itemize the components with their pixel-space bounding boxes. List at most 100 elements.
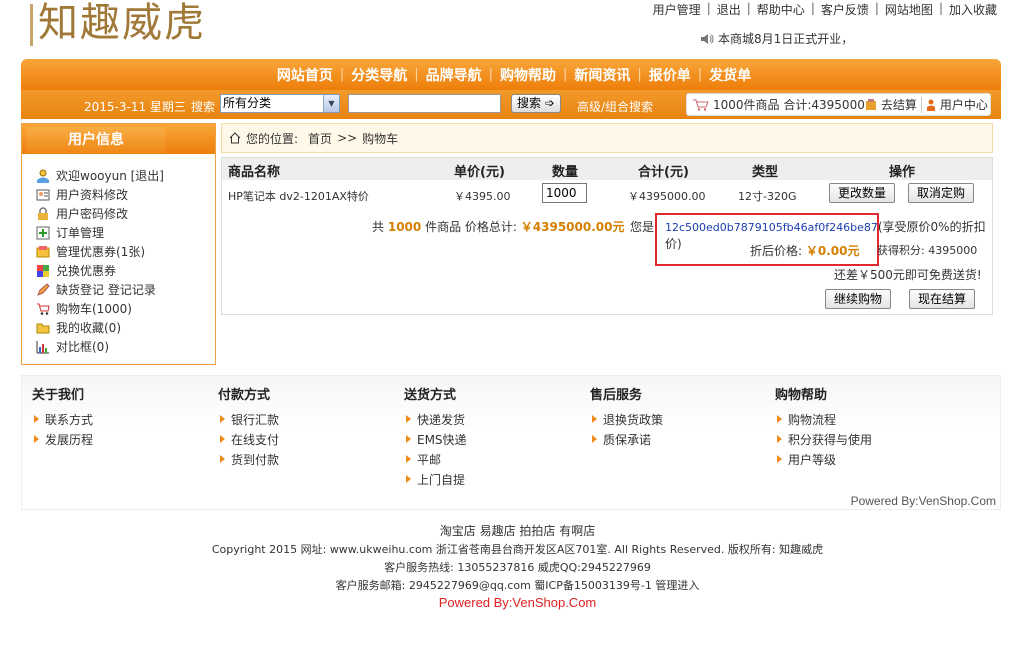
user-center-link[interactable]: 用户中心 [940,96,988,113]
arrow-right-icon: ➩ [544,96,555,110]
breadcrumb-home-link[interactable]: 首页 [308,130,332,147]
top-link-user-manage[interactable]: 用户管理 [653,1,701,18]
discount-price: 折后价格: ￥0.00元 [750,244,860,258]
footer-link[interactable]: 货到付款 [218,449,279,469]
row-total: ￥4395000.00 [628,190,706,203]
lock-icon [38,206,48,220]
footer-col-help: 购物帮助 购物流程 积分获得与使用 用户等级 [775,384,872,469]
search-label: 搜索 [191,100,216,114]
pencil-icon [37,282,50,296]
main-navbar: 网站首页 | 分类导航 | 品牌导航 | 购物帮助 | 新闻资讯 | 报价单 | 发货单 2… [21,59,1001,119]
cart-panel: 商品名称 单价(元) 数量 合计(元) 类型 操作 HP笔记本 dv2-1201… [221,157,993,315]
powered-by-bottom[interactable]: Powered By:VenShop.Com [0,595,1035,610]
cart-summary: 共 1000 件商品 价格总计: ￥4395000.00元 [372,220,625,234]
col-actions: 操作 [889,165,916,180]
footer-link[interactable]: 平邮 [404,449,467,469]
nav-news[interactable]: 新闻资讯 [567,65,637,85]
continue-shopping-button[interactable]: 继续购物 [825,289,891,309]
col-product-name: 商品名称 [228,165,281,180]
hotline: 客户服务热线: 13055237816 威虎QQ:2945227969 [384,561,651,574]
nav-brand[interactable]: 品牌导航 [419,65,489,85]
product-type: 12寸-320G [738,190,797,203]
category-select[interactable]: 所有分类 ▼ [220,94,340,113]
discount-value: ￥0.00元 [805,244,860,258]
current-date: 2015-3-11 星期三 [84,100,186,114]
footer-link[interactable]: 积分获得与使用 [775,429,872,449]
summary-count: 1000 [387,220,422,234]
breadcrumb: 您的位置: 首页 >> 购物车 [221,123,993,153]
sidebar-item-favorites[interactable]: 我的收藏(0) [36,318,215,337]
announcement: 本商城8月1日正式开业， [700,30,853,47]
top-link-sitemap[interactable]: 网站地图 [885,1,933,18]
sidebar-item-cart[interactable]: 购物车(1000) [36,299,215,318]
summary-total: ￥4395000.00元 [520,220,625,234]
sidebar-item-profile[interactable]: 用户资料修改 [36,185,215,204]
footer-link[interactable]: 银行汇款 [218,409,279,429]
breadcrumb-separator: >> [337,131,358,145]
announcement-text: 本商城8月1日正式开业， [718,32,854,46]
advanced-search-link[interactable]: 高级/组合搜索 [577,98,653,115]
product-name[interactable]: HP笔记本 dv2-1201AX特价 [228,188,369,204]
checkout-icon [865,98,876,110]
speaker-icon [701,33,714,44]
unit-price: ￥4395.00 [454,190,511,203]
footer-link[interactable]: 退换货政策 [590,409,663,429]
site-logo[interactable]: 知趣威虎 [30,0,230,48]
sidebar-item-orders[interactable]: 订单管理 [36,223,215,242]
mini-cart-summary[interactable]: 1000件商品 合计:4395000 [713,96,865,113]
footer-link[interactable]: 联系方式 [32,409,93,429]
cart-icon [693,99,709,111]
sidebar-item-stockout[interactable]: 缺货登记 登记记录 [36,280,215,299]
grid-icon [37,264,49,277]
footer-link[interactable]: 在线支付 [218,429,279,449]
powered-by[interactable]: Powered By:VenShop.Com [851,494,996,508]
search-button[interactable]: 搜索 ➩ [511,94,561,113]
top-link-logout[interactable]: 退出 [717,1,741,18]
partner-links[interactable]: 淘宝店 易趣店 拍拍店 有啊店 [0,522,1035,539]
sidebar-item-coupons[interactable]: 管理优惠券(1张) [36,242,215,261]
table-row: HP笔记本 dv2-1201AX特价 ￥4395.00 1000 ￥439500… [222,180,992,208]
sidebar-item-password[interactable]: 用户密码修改 [36,204,215,223]
checkout-now-button[interactable]: 现在结算 [909,289,975,309]
footer-link[interactable]: 质保承诺 [590,429,663,449]
col-type: 类型 [752,165,779,180]
sidebar-item-redeem[interactable]: 兑换优惠券 [36,261,215,280]
profile-card-icon [36,189,50,200]
nav-category[interactable]: 分类导航 [344,65,414,85]
user-icon [926,99,935,111]
user-sidebar: 用户信息 欢迎wooyun [退出] 用户资料修改 用户密码修改 订单管理 管理… [21,123,216,365]
footer-link[interactable]: 上门自提 [404,469,467,489]
nav-home[interactable]: 网站首页 [270,65,340,85]
sidebar-item-compare[interactable]: 对比框(0) [36,337,215,356]
footer-link[interactable]: 快递发货 [404,409,467,429]
free-shipping-note: 还差￥500元即可免费送货! [834,268,982,282]
footer-link[interactable]: 用户等级 [775,449,872,469]
top-link-favorite[interactable]: 加入收藏 [949,1,997,18]
col-subtotal: 合计(元) [638,165,689,180]
footer-link[interactable]: 发展历程 [32,429,93,449]
update-quantity-button[interactable]: 更改数量 [829,183,895,203]
footer-link[interactable]: 购物流程 [775,409,872,429]
checkout-link[interactable]: 去结算 [881,96,917,113]
chevron-down-icon[interactable]: ▼ [323,95,339,112]
footer-info: 关于我们 联系方式 发展历程 付款方式 银行汇款 在线支付 货到付款 送货方式 … [21,375,1001,510]
top-links: 用户管理 | 退出 | 帮助中心 | 客户反馈 | 网站地图 | 加入收藏 [652,1,997,18]
top-link-help[interactable]: 帮助中心 [757,1,805,18]
breadcrumb-current: 购物车 [362,131,399,146]
logo-text: 知趣威虎 [38,0,206,46]
breadcrumb-label: 您的位置: [246,131,299,146]
service-email: 客户服务邮箱: 2945227969@qq.com 蜀ICP备15003139号… [335,579,700,592]
sidebar-item-welcome[interactable]: 欢迎wooyun [退出] [36,166,215,185]
nav-shopping-help[interactable]: 购物帮助 [493,65,563,85]
footer-col-delivery: 送货方式 快递发货 EMS快递 平邮 上门自提 [404,384,467,489]
top-link-feedback[interactable]: 客户反馈 [821,1,869,18]
search-input[interactable] [348,94,501,113]
home-icon [229,132,241,144]
nav-shipping[interactable]: 发货单 [702,65,758,85]
cancel-order-button[interactable]: 取消定购 [908,183,974,203]
footer-col-payment: 付款方式 银行汇款 在线支付 货到付款 [218,384,279,469]
quantity-input[interactable]: 1000 [542,183,587,203]
sidebar-header: 用户信息 [22,124,215,154]
nav-quote[interactable]: 报价单 [642,65,698,85]
footer-link[interactable]: EMS快递 [404,429,467,449]
